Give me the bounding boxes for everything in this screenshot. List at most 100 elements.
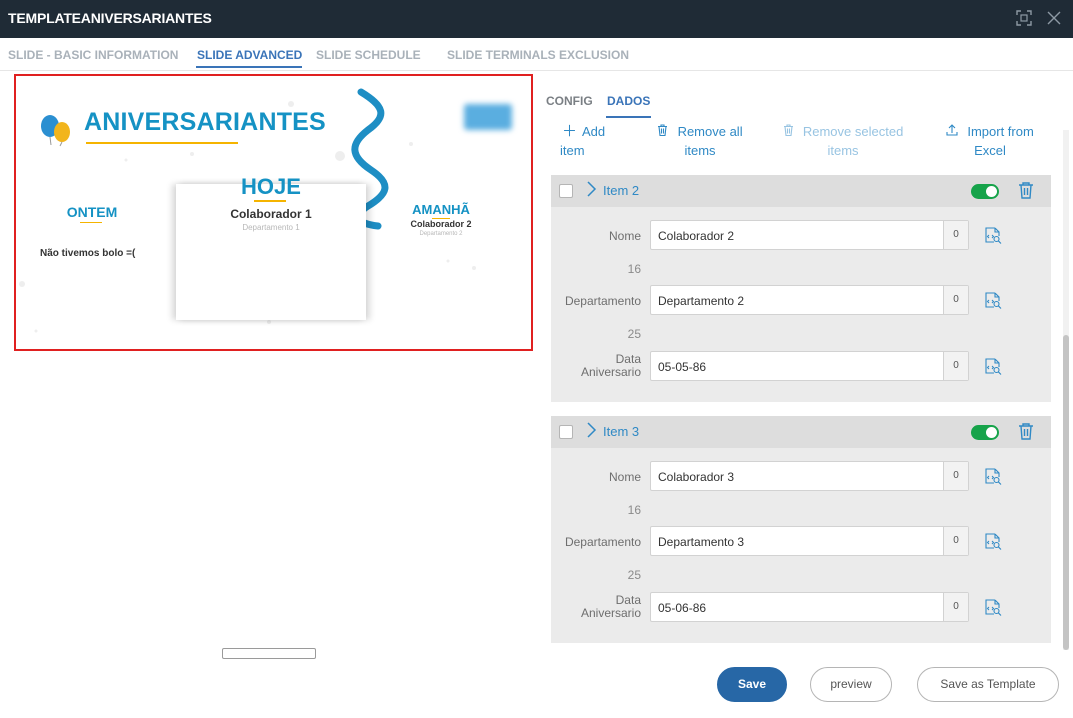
save-button[interactable]: Save [717,667,787,702]
trash-icon[interactable] [1017,421,1035,441]
tomorrow-name: Colaborador 2 [410,219,472,229]
import-label-2: Excel [974,143,1006,158]
save-as-template-button[interactable]: Save as Template [917,667,1059,702]
blurred-logo [464,104,512,130]
tab-slide-schedule[interactable]: SLIDE SCHEDULE [316,48,421,62]
lookup-icon[interactable] [984,226,1002,244]
window-title: TEMPLATEANIVERSARIANTES [8,10,212,26]
remove-all-label-2: items [684,143,716,158]
yesterday-heading: ONTEM [66,204,118,220]
yesterday-underline [80,222,102,223]
remove-selected-button[interactable]: Remove selected items [778,122,908,160]
today-card [176,184,366,320]
lookup-icon[interactable] [984,532,1002,550]
preview-button[interactable]: preview [810,667,892,702]
data-label-1: Data [615,593,641,607]
departamento-max-length: 25 [627,327,641,341]
departamento-input[interactable]: Departamento 3 0 [650,526,969,556]
char-count: 0 [943,221,968,249]
remove-selected-label: Remove selected [802,124,904,139]
char-count: 0 [943,593,968,621]
maximize-icon[interactable] [1015,9,1033,32]
today-underline [254,200,286,202]
trash-icon[interactable] [1017,180,1035,200]
char-count: 0 [943,286,968,314]
char-count: 0 [943,527,968,555]
item-title[interactable]: Item 2 [603,183,639,198]
plus-icon: ＋ [562,123,578,140]
tab-dados[interactable]: DADOS [607,94,650,108]
chevron-right-icon[interactable] [586,178,598,205]
data-value: 05-05-86 [658,360,707,374]
trash-icon [783,123,798,140]
close-icon[interactable] [1045,9,1063,32]
tomorrow-heading: AMANHÃ [412,202,470,217]
active-tab-indicator [196,66,302,68]
trash-icon [657,123,672,140]
tomorrow-department: Departamento 2 [419,231,463,237]
data-label-1: Data [615,352,641,366]
item-card: Item 3 Nome Colaborador 3 0 16 Departame… [551,416,1051,643]
upload-icon [946,123,962,140]
char-count: 0 [943,352,968,380]
departamento-input[interactable]: Departamento 2 0 [650,285,969,315]
today-name: Colaborador 1 [230,207,312,221]
remove-all-label: Remove all [677,124,743,139]
scrollbar-thumb[interactable] [1063,335,1069,650]
field-label-departamento: Departamento [564,294,641,308]
data-aniversario-input[interactable]: 05-06-86 0 [650,592,969,622]
add-item-label: Add [582,124,606,139]
scale-slider[interactable] [222,648,316,659]
item-header: Item 3 [551,416,1051,448]
item-checkbox[interactable] [559,184,573,198]
add-item-label-2: item [560,143,585,158]
lookup-icon[interactable] [984,357,1002,375]
panel-scrollbar[interactable] [1063,130,1069,650]
tab-bar: SLIDE - BASIC INFORMATION SLIDE ADVANCED… [0,38,1073,71]
today-heading: HOJE [241,174,301,199]
nome-input[interactable]: Colaborador 3 0 [650,461,969,491]
item-title[interactable]: Item 3 [603,424,639,439]
data-aniversario-input[interactable]: 05-05-86 0 [650,351,969,381]
field-label-data: Data Aniversario [551,594,641,620]
data-label-2: Aniversario [580,606,641,620]
lookup-icon[interactable] [984,291,1002,309]
import-excel-button[interactable]: Import from Excel [940,122,1040,160]
item-enabled-toggle[interactable] [971,184,999,199]
item-enabled-toggle[interactable] [971,425,999,440]
nome-value: Colaborador 2 [658,229,735,243]
nome-input[interactable]: Colaborador 2 0 [650,220,969,250]
nome-max-length: 16 [627,503,641,517]
item-header: Item 2 [551,175,1051,207]
lookup-icon[interactable] [984,598,1002,616]
today-department: Departamento 1 [242,223,300,232]
subtab-indicator [606,116,651,118]
tab-slide-advanced[interactable]: SLIDE ADVANCED [197,48,302,62]
yesterday-text: Não tivemos bolo =( [40,248,136,259]
field-label-nome: Nome [608,229,641,243]
item-card: Item 2 Nome Colaborador 2 0 16 Departame… [551,175,1051,402]
nome-value: Colaborador 3 [658,470,735,484]
data-value: 05-06-86 [658,601,707,615]
char-count: 0 [943,462,968,490]
lookup-icon[interactable] [984,467,1002,485]
preview-title-underline [86,142,238,144]
field-label-departamento: Departamento [564,535,641,549]
slide-preview: ANIVERSARIANTES ONTEM Não tivemos bolo =… [14,74,533,351]
departamento-value: Departamento 3 [658,535,745,549]
tab-terminals-exclusion[interactable]: SLIDE TERMINALS EXCLUSION [447,48,629,62]
chevron-right-icon[interactable] [586,419,598,446]
departamento-max-length: 25 [627,568,641,582]
tab-config[interactable]: CONFIG [546,94,593,108]
remove-selected-label-2: items [827,143,859,158]
title-bar: TEMPLATEANIVERSARIANTES [0,0,1073,38]
item-checkbox[interactable] [559,425,573,439]
balloons-icon [41,115,70,147]
field-label-data: Data Aniversario [551,353,641,379]
tab-basic-information[interactable]: SLIDE - BASIC INFORMATION [8,48,178,62]
departamento-value: Departamento 2 [658,294,745,308]
remove-all-button[interactable]: Remove all items [650,122,750,160]
add-item-button[interactable]: ＋ Add item [560,122,612,160]
nome-max-length: 16 [627,262,641,276]
field-label-nome: Nome [608,470,641,484]
